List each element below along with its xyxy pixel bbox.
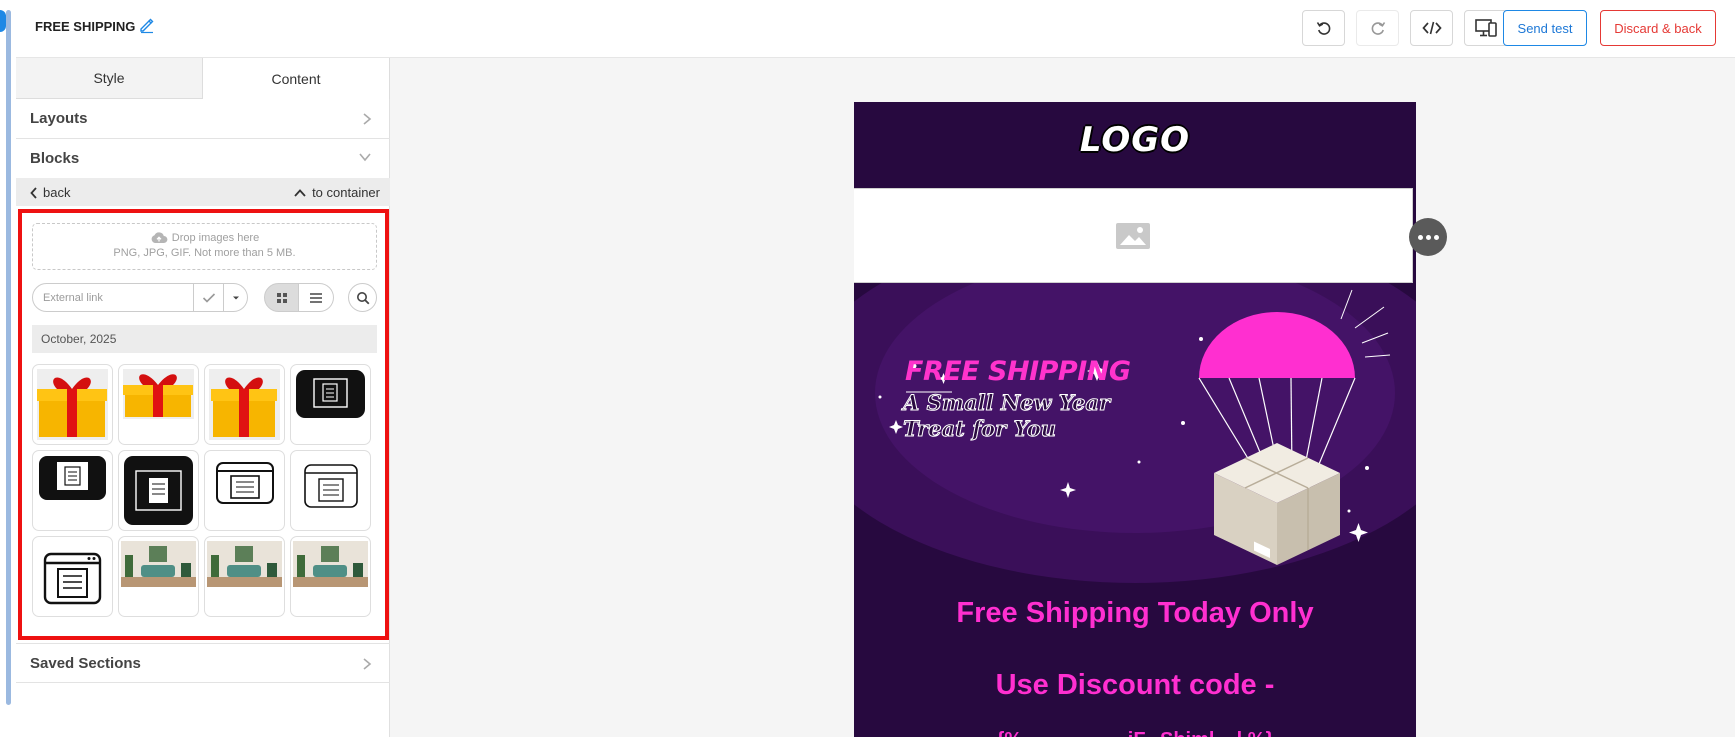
to-container-label: to container xyxy=(312,185,380,200)
to-container-link[interactable]: to container xyxy=(294,185,380,200)
living-room-image xyxy=(121,541,196,587)
send-test-button[interactable]: Send test xyxy=(1503,10,1587,46)
tab-content[interactable]: Content xyxy=(203,58,390,99)
image-thumb-livingroom-3[interactable] xyxy=(290,536,371,617)
saved-sections-section[interactable]: Saved Sections xyxy=(16,643,390,683)
image-thumb-browser-3[interactable] xyxy=(32,536,113,617)
chevron-left-icon xyxy=(30,186,37,199)
link-options-dropdown[interactable] xyxy=(224,283,248,312)
apply-link-button[interactable] xyxy=(194,283,224,312)
desktop-mobile-icon xyxy=(1475,19,1497,37)
image-thumb-browser-2[interactable] xyxy=(290,450,371,531)
check-icon xyxy=(202,292,215,303)
tab-style[interactable]: Style xyxy=(16,58,203,99)
image-thumb-livingroom-2[interactable] xyxy=(204,536,285,617)
external-link-row xyxy=(32,283,377,313)
back-link[interactable]: back xyxy=(30,185,70,200)
discount-code-placeholder[interactable]: {%.................. iF...Shiml.. .l %} xyxy=(854,729,1416,737)
search-images-button[interactable] xyxy=(348,283,377,312)
hero-title[interactable]: FREE SHIPPING xyxy=(905,356,1131,387)
back-label: back xyxy=(43,185,71,200)
month-group-header: October, 2025 xyxy=(32,325,377,353)
image-thumb-browser-1[interactable] xyxy=(204,450,285,531)
chevron-right-icon xyxy=(363,658,372,670)
discard-and-back-button[interactable]: Discard & back xyxy=(1600,10,1716,46)
image-thumb-newsletter-1[interactable] xyxy=(290,364,371,445)
browser-image xyxy=(43,552,102,605)
scrollbar-thumb[interactable] xyxy=(6,10,11,705)
block-more-options-button[interactable] xyxy=(1409,218,1447,256)
browser-image xyxy=(304,464,358,508)
template-title: FREE SHIPPING xyxy=(35,19,136,34)
code-icon xyxy=(1421,21,1442,35)
living-room-image xyxy=(293,541,368,587)
image-block-placeholder[interactable] xyxy=(854,188,1413,283)
caret-down-icon xyxy=(232,296,239,299)
dot xyxy=(1433,234,1439,240)
hero-subtitle-line2[interactable]: Treat for You xyxy=(903,416,1057,442)
chevron-up-icon xyxy=(294,188,306,197)
image-thumb-newsletter-2[interactable] xyxy=(32,450,113,531)
grid-icon xyxy=(276,292,287,303)
layouts-label: Layouts xyxy=(30,110,88,127)
newsletter-image xyxy=(39,456,106,500)
redo-button[interactable] xyxy=(1356,10,1399,46)
editor-sidebar: Style Content Layouts Blocks back to con… xyxy=(16,58,390,737)
editor-toolbar: FREE SHIPPING Send test Discard & back xyxy=(16,0,1735,58)
cloud-upload-icon xyxy=(151,232,168,243)
newsletter-image xyxy=(124,456,193,525)
blocks-section[interactable]: Blocks xyxy=(16,139,390,179)
gift-image xyxy=(123,369,194,419)
image-thumb-gift-3[interactable] xyxy=(204,364,285,445)
dot xyxy=(1417,234,1423,240)
image-placeholder-icon xyxy=(1116,222,1150,249)
image-dropzone[interactable]: Drop images here PNG, JPG, GIF. Not more… xyxy=(32,223,377,270)
layouts-section[interactable]: Layouts xyxy=(16,99,390,139)
dot xyxy=(1425,234,1431,240)
email-canvas[interactable]: LOGO FREE SHIPPING A Small New Year Trea… xyxy=(854,102,1416,737)
device-preview-button[interactable] xyxy=(1464,10,1508,46)
image-thumb-newsletter-3[interactable] xyxy=(118,450,199,531)
undo-icon xyxy=(1316,22,1330,35)
headline-free-shipping[interactable]: Free Shipping Today Only xyxy=(854,597,1416,630)
list-icon xyxy=(310,292,322,303)
gift-image xyxy=(209,369,280,440)
search-icon xyxy=(356,291,369,304)
saved-sections-label: Saved Sections xyxy=(30,654,141,672)
image-thumb-gift-1[interactable] xyxy=(32,364,113,445)
blocks-nav-bar: back to container xyxy=(16,178,390,206)
grid-view-button[interactable] xyxy=(264,283,299,312)
dropzone-hint: PNG, JPG, GIF. Not more than 5 MB. xyxy=(113,247,296,259)
blocks-label: Blocks xyxy=(30,150,80,167)
browser-image xyxy=(216,462,274,504)
redo-icon xyxy=(1371,22,1385,35)
chevron-down-icon xyxy=(359,153,371,162)
code-view-button[interactable] xyxy=(1410,10,1453,46)
gift-image xyxy=(37,369,108,440)
hero-subtitle-line1[interactable]: A Small New Year xyxy=(902,390,1110,416)
newsletter-image xyxy=(296,370,365,418)
list-view-button[interactable] xyxy=(299,283,334,312)
sidebar-tabs: Style Content xyxy=(16,58,390,99)
email-logo[interactable]: LOGO xyxy=(854,120,1416,160)
image-gallery-panel: Drop images here PNG, JPG, GIF. Not more… xyxy=(18,209,389,640)
dropzone-title: Drop images here xyxy=(171,232,260,244)
scrollbar-strip[interactable] xyxy=(0,0,16,737)
image-thumb-gift-2[interactable] xyxy=(118,364,199,445)
image-thumbnail-grid xyxy=(32,364,377,617)
chevron-right-icon xyxy=(363,113,372,125)
living-room-image xyxy=(207,541,282,587)
undo-button[interactable] xyxy=(1302,10,1345,46)
pencil-icon[interactable] xyxy=(138,16,156,34)
external-link-input[interactable] xyxy=(32,283,194,312)
image-thumb-livingroom-1[interactable] xyxy=(118,536,199,617)
headline-discount-code[interactable]: Use Discount code - xyxy=(854,669,1416,702)
